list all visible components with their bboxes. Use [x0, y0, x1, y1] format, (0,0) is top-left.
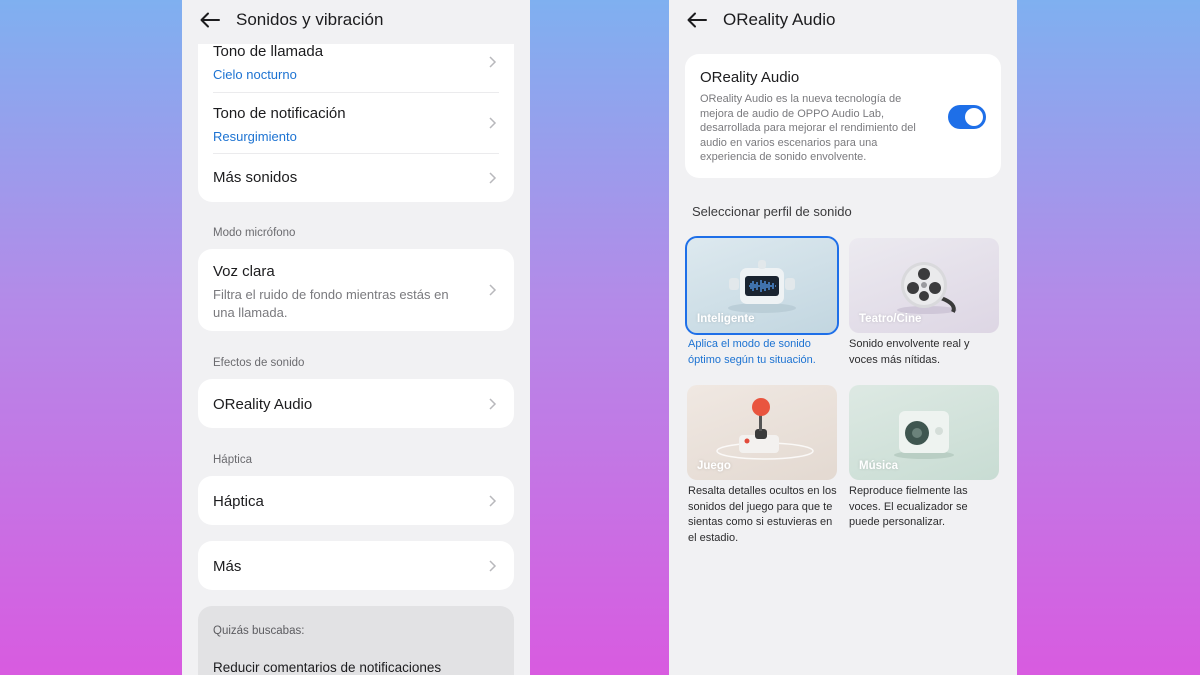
page-title: OReality Audio [723, 10, 836, 29]
profile-label: Inteligente [697, 313, 755, 325]
oreality-audio-screen: OReality Audio OReality Audio OReality A… [669, 0, 1017, 675]
section-haptic: Háptica [213, 454, 252, 466]
clear-voice-card: Voz clara Filtra el ruido de fondo mient… [198, 249, 514, 331]
haptic-title: Háptica [213, 493, 264, 510]
suggestions-card: Quizás buscabas: Reducir comentarios de … [198, 606, 514, 675]
back-arrow-icon[interactable] [685, 8, 709, 32]
toggle-knob [965, 108, 983, 126]
more-sounds-row[interactable]: Más sonidos [198, 154, 514, 202]
profile-tile-music[interactable]: Música [849, 385, 999, 480]
haptic-row[interactable]: Háptica [198, 476, 514, 525]
notification-tone-row[interactable]: Tono de notificación Resurgimiento [198, 93, 514, 153]
chevron-right-icon [489, 560, 497, 572]
feature-title: OReality Audio [700, 69, 800, 86]
chevron-right-icon [489, 495, 497, 507]
clear-voice-title: Voz clara [213, 263, 275, 280]
chevron-right-icon [489, 172, 497, 184]
profile-desc-game: Resalta detalles ocultos en los sonidos … [688, 485, 837, 544]
suggestion-item[interactable]: Reducir comentarios de notificaciones [213, 660, 441, 675]
sound-vibration-screen: Sonidos y vibración Tono de llamada Ciel… [182, 0, 530, 675]
clear-voice-desc: Filtra el ruido de fondo mientras estás … [213, 287, 449, 320]
profile-desc-music: Reproduce fielmente las voces. El ecuali… [849, 485, 968, 528]
more-sounds-title: Más sonidos [213, 169, 298, 186]
more-title: Más [213, 558, 242, 575]
chevron-right-icon [489, 117, 497, 129]
profile-label: Música [859, 460, 898, 472]
profile-heading: Seleccionar perfil de sonido [692, 204, 852, 219]
chevron-right-icon [489, 56, 497, 68]
oreality-toggle[interactable] [948, 105, 986, 129]
more-card: Más [198, 541, 514, 590]
clear-voice-row[interactable]: Voz clara Filtra el ruido de fondo mient… [198, 249, 514, 331]
profile-tile-game[interactable]: Juego [687, 385, 837, 480]
section-mic-mode: Modo micrófono [213, 227, 296, 239]
profile-desc-cinema: Sonido envolvente real y voces más nítid… [849, 338, 970, 366]
more-row[interactable]: Más [198, 541, 514, 590]
back-arrow-icon[interactable] [198, 8, 222, 32]
ringtone-title: Tono de llamada [213, 43, 324, 60]
top-bar: OReality Audio [669, 0, 1017, 44]
ringtone-value: Cielo nocturno [213, 67, 297, 82]
oreality-title: OReality Audio [213, 396, 313, 413]
haptic-card: Háptica [198, 476, 514, 525]
profile-tile-cinema[interactable]: Teatro/Cine [849, 238, 999, 333]
profile-label: Teatro/Cine [859, 313, 922, 325]
profile-tile-smart[interactable]: Inteligente [685, 236, 839, 335]
section-sound-effects: Efectos de sonido [213, 357, 305, 369]
oreality-feature-card: OReality Audio OReality Audio es la nuev… [685, 54, 1001, 178]
profile-desc-smart: Aplica el modo de sonido óptimo según tu… [688, 338, 816, 366]
notification-tone-title: Tono de notificación [213, 105, 346, 122]
feature-description: OReality Audio es la nueva tecnología de… [700, 93, 916, 164]
top-bar: Sonidos y vibración [182, 0, 530, 44]
profile-label: Juego [697, 460, 731, 472]
oreality-card: OReality Audio [198, 379, 514, 428]
tones-card: Tono de llamada Cielo nocturno Tono de n… [198, 20, 514, 202]
oreality-row[interactable]: OReality Audio [198, 379, 514, 428]
suggestions-label: Quizás buscabas: [213, 625, 305, 637]
chevron-right-icon [489, 284, 497, 296]
page-title: Sonidos y vibración [236, 10, 384, 29]
notification-tone-value: Resurgimiento [213, 129, 297, 144]
chevron-right-icon [489, 398, 497, 410]
